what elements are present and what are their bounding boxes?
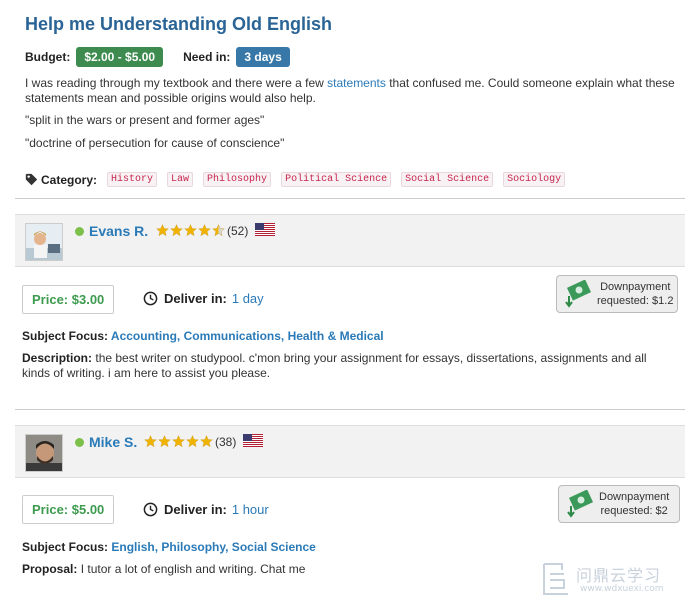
budget-badge: $2.00 - $5.00 xyxy=(76,47,164,67)
subject-label: Subject Focus: xyxy=(22,329,109,343)
downpayment-box: Downpayment requested: $2 xyxy=(558,485,680,523)
budget-label: Budget: xyxy=(25,50,71,64)
star-icon xyxy=(158,435,171,448)
category-tag-philosophy[interactable]: Philosophy xyxy=(203,172,272,187)
quote-2: "doctrine of persecution for cause of co… xyxy=(25,136,285,150)
proposal-label: Proposal: xyxy=(22,562,78,576)
bidder-name[interactable]: Evans R. xyxy=(89,223,148,239)
deliver-value: 1 hour xyxy=(231,502,269,517)
question-description: I was reading through my textbook and th… xyxy=(25,76,675,106)
watermark-text: 问鼎云学习 xyxy=(576,566,662,585)
description-text-1: I was reading through my textbook and th… xyxy=(25,76,328,90)
description-value: the best writer on studypool. c'mon brin… xyxy=(22,351,647,380)
statements-link[interactable]: statements xyxy=(327,76,386,90)
deliver-label: Deliver in: xyxy=(164,502,227,517)
deliver-label: Deliver in: xyxy=(164,291,227,306)
star-icon xyxy=(184,224,197,237)
downpayment-line1: Downpayment xyxy=(599,491,670,503)
category-tag-history[interactable]: History xyxy=(107,172,158,187)
star-icon xyxy=(186,435,199,448)
deliver-time: Deliver in: 1 hour xyxy=(143,502,269,517)
rating-stars xyxy=(156,224,226,237)
subject-focus: Subject Focus: English, Philosophy, Soci… xyxy=(22,540,316,554)
star-icon xyxy=(156,224,169,237)
price-box: Price: $3.00 xyxy=(22,285,115,314)
online-indicator xyxy=(75,227,84,236)
watermark-url: www.wdxuexi.com xyxy=(580,584,664,594)
online-indicator xyxy=(75,438,84,447)
category-tag-political-science[interactable]: Political Science xyxy=(281,172,392,187)
avatar[interactable] xyxy=(25,223,63,261)
rating-stars xyxy=(144,435,214,448)
bid-header: Mike S. (38) xyxy=(15,425,685,478)
proposal-value: I tutor a lot of english and writing. Ch… xyxy=(80,562,306,576)
watermark-logo-icon xyxy=(543,563,568,595)
review-count: (52) xyxy=(227,224,249,238)
question-meta: Budget: $2.00 - $5.00 Need in: 3 days xyxy=(25,47,290,67)
money-icon xyxy=(567,490,594,518)
deliver-value: 1 day xyxy=(231,291,264,306)
avatar[interactable] xyxy=(25,434,63,472)
watermark: 问鼎云学习 www.wdxuexi.com xyxy=(540,560,687,600)
bid-header: Evans R. (52) xyxy=(15,214,685,267)
downpayment-line1: Downpayment xyxy=(600,281,671,293)
clock-icon xyxy=(143,502,158,517)
star-icon xyxy=(172,435,185,448)
category-tag-law[interactable]: Law xyxy=(167,172,194,187)
category-label: Category: xyxy=(41,172,98,187)
category-row: Category: History Law Philosophy Politic… xyxy=(25,172,575,187)
subject-value: Accounting, Communications, Health & Med… xyxy=(110,329,384,343)
quote-1: "split in the wars or present and former… xyxy=(25,113,265,127)
money-icon xyxy=(565,280,592,308)
downpayment-line2: requested: $2 xyxy=(600,505,668,517)
description-label: Description: xyxy=(22,351,93,365)
question-page: Help me Understanding Old English Budget… xyxy=(0,0,687,600)
star-icon xyxy=(200,435,213,448)
bidder-name[interactable]: Mike S. xyxy=(89,434,137,450)
us-flag-icon xyxy=(255,223,275,236)
us-flag-icon xyxy=(243,434,263,447)
subject-label: Subject Focus: xyxy=(22,540,109,554)
star-icon xyxy=(198,224,211,237)
deliver-time: Deliver in: 1 day xyxy=(143,291,264,306)
downpayment-box: Downpayment requested: $1.2 xyxy=(556,275,678,313)
price-box: Price: $5.00 xyxy=(22,495,115,524)
bid-description: Description: the best writer on studypoo… xyxy=(22,351,672,381)
subject-value: English, Philosophy, Social Science xyxy=(111,540,316,554)
downpayment-line2: requested: $1.2 xyxy=(597,295,674,307)
star-icon xyxy=(212,224,225,237)
review-count: (38) xyxy=(215,435,237,449)
question-title[interactable]: Help me Understanding Old English xyxy=(25,14,332,35)
category-tag-sociology[interactable]: Sociology xyxy=(503,172,566,187)
need-badge: 3 days xyxy=(236,47,290,67)
need-label: Need in: xyxy=(183,50,231,64)
star-icon xyxy=(144,435,157,448)
tag-icon xyxy=(25,173,38,186)
divider xyxy=(15,198,685,199)
clock-icon xyxy=(143,291,158,306)
star-icon xyxy=(170,224,183,237)
divider xyxy=(15,409,685,410)
category-tag-social-science[interactable]: Social Science xyxy=(401,172,494,187)
subject-focus: Subject Focus: Accounting, Communication… xyxy=(22,329,384,343)
